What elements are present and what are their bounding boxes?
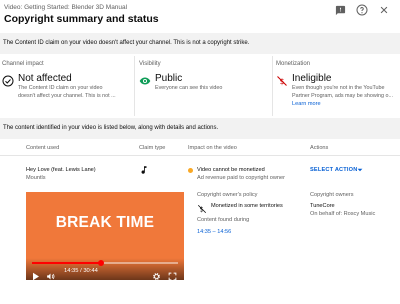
- song-title: Hey Love (feat. Lewis Lane): [26, 167, 96, 173]
- player-controls: 14:35 / 30:44: [26, 258, 184, 280]
- monetization-label: Monetization: [276, 61, 311, 67]
- learn-more-link[interactable]: Learn more: [292, 100, 393, 108]
- channel-impact-label: Channel impact: [2, 61, 44, 67]
- select-action-button[interactable]: SELECT ACTION: [310, 167, 357, 173]
- table-header: Content used Claim type Impact on the vi…: [0, 140, 400, 156]
- visibility-status: Public: [155, 73, 183, 84]
- no-money-policy-icon: $: [197, 201, 207, 214]
- content-section-bar: The content identified in your video is …: [0, 118, 400, 139]
- channel-impact-desc-1: The Content ID claim on your video: [18, 85, 103, 91]
- caret-down-icon[interactable]: [357, 167, 363, 173]
- impact-sub: Ad revenue paid to copyright owner: [197, 175, 286, 181]
- monetization-card: Monetization $ Ineligible Even though yo…: [273, 56, 400, 116]
- gear-icon[interactable]: [152, 268, 161, 280]
- claim-notice: The Content ID claim on your video doesn…: [0, 33, 400, 54]
- progress-bar[interactable]: [32, 260, 178, 266]
- fullscreen-icon[interactable]: [168, 268, 177, 280]
- progress-fill: [32, 262, 102, 264]
- col-content-used: Content used: [26, 145, 60, 151]
- found-time-link[interactable]: 14:35 – 14:56: [197, 229, 231, 235]
- found-label: Content found during: [197, 217, 250, 223]
- owner-behalf: On behalf of: Roscy Music: [310, 211, 376, 217]
- visibility-label: Visibility: [139, 61, 161, 67]
- owner-name: TuneCore: [310, 203, 335, 209]
- monetization-status: Ineligible: [292, 73, 332, 84]
- monetization-desc-2: Partner Program, ads may be showing o...: [292, 93, 393, 99]
- video-player[interactable]: BREAK TIME 14:35 / 30:44: [26, 192, 184, 280]
- close-icon[interactable]: [378, 4, 390, 16]
- eye-icon: [139, 74, 151, 86]
- visibility-desc: Everyone can see this video: [155, 85, 223, 91]
- no-money-icon: $: [276, 74, 288, 86]
- channel-impact-card: Channel impact Not affected The Content …: [0, 56, 135, 116]
- song-artist: Mountls: [26, 175, 46, 181]
- policy-label: Copyright owner's policy: [197, 192, 258, 198]
- policy-value: Monetized in some territories: [211, 203, 283, 209]
- player-time: 14:35 / 30:44: [64, 268, 98, 274]
- table-row: Hey Love (feat. Lewis Lane) Mountls Vide…: [0, 157, 400, 187]
- monetization-desc-1: Even though you're not in the YouTube: [292, 85, 385, 91]
- channel-impact-status: Not affected: [18, 73, 72, 84]
- progress-scrubber[interactable]: [98, 260, 105, 266]
- channel-impact-desc-2: doesn't affect your channel. This is not…: [18, 93, 116, 99]
- video-overlay-text: BREAK TIME: [55, 214, 155, 231]
- help-icon[interactable]: [356, 4, 368, 16]
- col-actions: Actions: [310, 145, 329, 151]
- visibility-card: Visibility Public Everyone can see this …: [135, 56, 273, 116]
- volume-icon[interactable]: [46, 268, 55, 280]
- play-icon[interactable]: [32, 268, 40, 280]
- status-cards: Channel impact Not affected The Content …: [0, 56, 400, 116]
- check-circle-outline-icon: [2, 74, 14, 87]
- owners-label: Copyright owners: [310, 192, 354, 198]
- impact-main: Video cannot be monetized: [197, 167, 265, 173]
- col-claim-type: Claim type: [139, 145, 166, 151]
- music-note-icon: [139, 164, 149, 176]
- header-actions: [334, 4, 390, 16]
- col-impact: Impact on the video: [188, 145, 237, 151]
- feedback-icon[interactable]: [334, 4, 346, 16]
- impact-status-dot: [188, 168, 193, 173]
